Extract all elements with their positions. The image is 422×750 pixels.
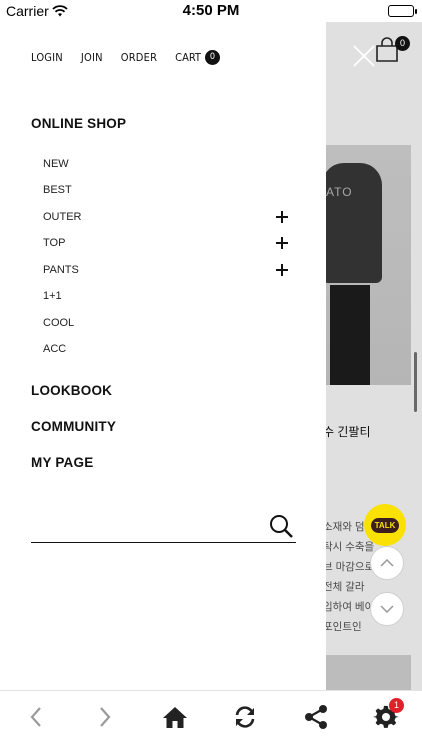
refresh-icon [235,706,255,728]
forward-button[interactable] [85,701,125,733]
lookbook-link[interactable]: LOOKBOOK [31,383,112,398]
share-button[interactable] [296,701,336,733]
category-new[interactable]: NEW [43,154,288,174]
home-icon [163,707,187,728]
category-1plus1[interactable]: 1+1 [43,286,288,306]
settings-button[interactable]: 1 [366,698,406,733]
expand-plus-icon[interactable] [276,211,288,223]
order-link[interactable]: ORDER [121,51,157,64]
side-drawer: LOGIN JOIN ORDER CART 0 ONLINE SHOP NEW … [0,22,326,690]
close-drawer-button[interactable] [350,42,378,70]
settings-badge: 1 [389,698,404,713]
join-link[interactable]: JOIN [81,51,103,64]
scroll-down-button[interactable] [370,592,404,626]
search-icon[interactable] [268,513,294,539]
cart-link[interactable]: CART 0 [175,50,220,65]
expand-plus-icon[interactable] [276,237,288,249]
login-link[interactable]: LOGIN [31,51,63,64]
battery-icon [388,5,414,17]
account-links: LOGIN JOIN ORDER CART 0 [31,50,220,65]
category-cool[interactable]: COOL [43,313,288,333]
home-button[interactable] [155,701,195,733]
battery-nub [415,9,417,14]
expand-plus-icon[interactable] [276,264,288,276]
category-outer[interactable]: OUTER [43,207,288,227]
scroll-up-button[interactable] [370,546,404,580]
header-cart-badge: 0 [395,36,410,51]
category-pants[interactable]: PANTS [43,260,288,280]
my-page-link[interactable]: MY PAGE [31,455,93,470]
kakao-talk-label: TALK [370,517,400,533]
kakao-talk-button[interactable]: TALK [364,504,406,546]
share-icon [305,705,327,729]
forward-icon [100,707,111,727]
clock: 4:50 PM [182,2,240,19]
back-icon [30,707,41,727]
online-shop-heading[interactable]: ONLINE SHOP [31,116,126,131]
search-input[interactable] [31,510,251,541]
category-best[interactable]: BEST [43,180,288,200]
chevron-down-icon [380,605,394,613]
status-bar: Carrier 4:50 PM [0,0,422,22]
community-link[interactable]: COMMUNITY [31,419,116,434]
back-button[interactable] [16,701,56,733]
search-box [31,509,296,543]
close-icon [353,45,375,67]
bottom-toolbar: 1 [0,690,422,750]
chevron-up-icon [380,559,394,567]
cart-link-label: CART [175,51,201,64]
category-acc[interactable]: ACC [43,339,288,359]
refresh-button[interactable] [225,701,265,733]
cart-count-badge: 0 [204,50,220,65]
category-top[interactable]: TOP [43,233,288,253]
